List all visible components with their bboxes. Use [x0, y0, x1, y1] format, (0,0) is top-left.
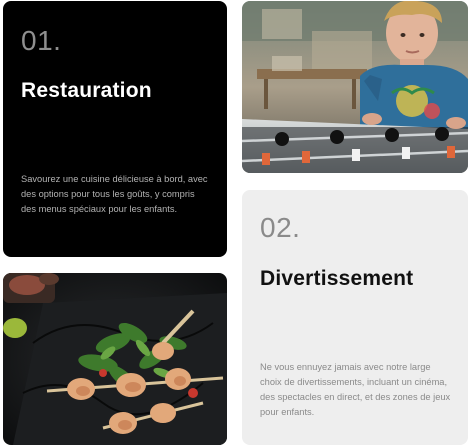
card-number: 02. [260, 212, 301, 243]
card-description: Ne vous ennuyez jamais avec notre large … [260, 362, 451, 417]
card-title: Divertissement [260, 267, 414, 290]
features-grid: 01. Restauration Savourez une cuisine dé… [0, 0, 470, 448]
food-skewers-image [3, 273, 227, 445]
boy-foosball-image [242, 1, 468, 173]
card-divertissement: 02. Divertissement Ne vous ennuyez jamai… [242, 190, 468, 445]
card-number: 01. [21, 25, 62, 56]
card-restauration: 01. Restauration Savourez une cuisine dé… [3, 1, 227, 257]
card-description: Savourez une cuisine délicieuse à bord, … [21, 174, 208, 214]
card-title: Restauration [21, 79, 152, 102]
